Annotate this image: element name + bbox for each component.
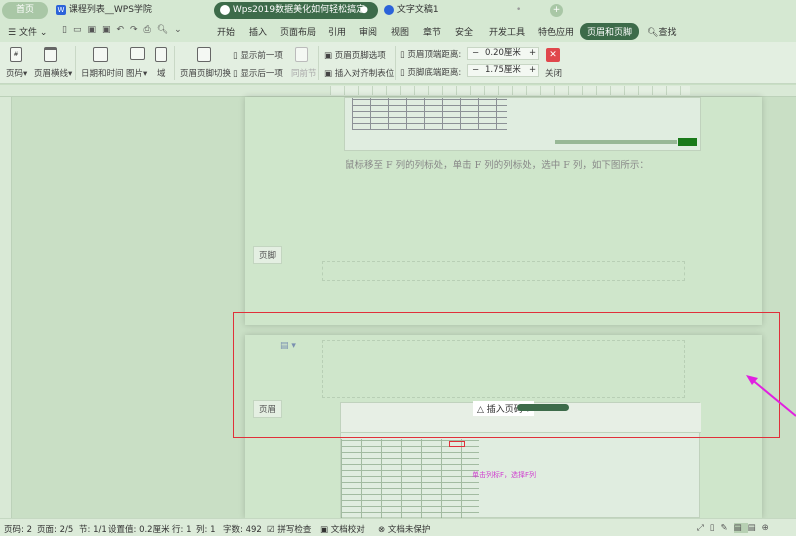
close-tab-icon[interactable]: • xyxy=(516,2,521,19)
setting-status: 设置值: 0.2厘米 xyxy=(108,525,170,535)
page-1: 鼠标移至 F 列的列标处，单击 F 列的列标处，选中 F 列，如下图所示： 页脚 xyxy=(245,97,762,325)
show-previous-button[interactable]: ▯ 显示前一项 xyxy=(233,49,283,61)
spreadsheet-grid xyxy=(352,98,507,130)
increment-button[interactable]: + xyxy=(529,48,536,59)
page-number-button[interactable]: 页码▾ xyxy=(6,67,27,79)
increment-button[interactable]: + xyxy=(529,65,536,76)
horizontal-ruler[interactable] xyxy=(0,85,796,97)
search-label: 查找 xyxy=(658,28,677,38)
status-bar: 页码: 2 页面: 2/5 节: 1/1 设置值: 0.2厘米 行: 1 列: … xyxy=(0,518,796,536)
scrollbar xyxy=(555,140,677,144)
body-paragraph: 鼠标移至 F 列的列标处，单击 F 列的列标处，选中 F 列，如下图所示： xyxy=(345,160,649,171)
footer-area[interactable] xyxy=(322,261,685,281)
file-menu[interactable]: ☰ 文件 ⌄ xyxy=(8,25,47,38)
document-protection-button[interactable]: ⊗ 文档未保护 xyxy=(378,523,430,535)
menu-chapter[interactable]: 章节 xyxy=(423,25,441,38)
field-icon xyxy=(155,47,167,62)
menu-layout[interactable]: 页面布局 xyxy=(280,25,316,38)
tab-label: 文字文稿1 xyxy=(396,5,439,15)
footer-label: 页脚 xyxy=(253,246,283,264)
same-as-previous-icon xyxy=(295,47,308,62)
search-button[interactable]: 🔍︎查找 xyxy=(647,25,676,38)
picture-button[interactable]: 图片▾ xyxy=(126,67,147,79)
tab-label: 课程列表__WPS学院 xyxy=(68,5,152,15)
status-indicator xyxy=(678,138,697,146)
footer-bottom-distance-label: ▯ 页脚底端距离: xyxy=(400,68,462,78)
footer-bottom-distance-value[interactable]: 1.75厘米 xyxy=(485,65,521,76)
same-as-previous-button[interactable]: 同前节 xyxy=(291,67,317,79)
tab-course-list[interactable]: W 课程列表__WPS学院 xyxy=(56,2,206,19)
embedded-grid xyxy=(341,439,479,519)
field-button[interactable]: 域 xyxy=(157,67,166,79)
quick-access-icons[interactable]: ▯▭▣▣↶↷⎙🔍︎⌄ xyxy=(62,25,188,35)
page-number-icon: # xyxy=(10,47,22,62)
show-next-button[interactable]: ▯ 显示后一项 xyxy=(233,67,283,79)
menu-review[interactable]: 审阅 xyxy=(359,25,377,38)
tab-active-doc[interactable]: Wps2019数据美化如何轻松搞定 ● xyxy=(214,2,378,19)
divider xyxy=(318,46,319,80)
column-f-highlight xyxy=(449,441,465,447)
menu-dev-tools[interactable]: 开发工具 xyxy=(489,25,525,38)
annotation-text: 单击列标F，选择F列 xyxy=(472,471,537,479)
word-count-status[interactable]: 字数: 492 xyxy=(223,523,262,535)
menu-view[interactable]: 视图 xyxy=(391,25,409,38)
divider xyxy=(395,46,396,80)
row-status: 行: 1 xyxy=(172,525,192,535)
vertical-ruler[interactable] xyxy=(0,97,12,518)
file-label: 文件 xyxy=(18,28,37,38)
menu-header-footer[interactable]: 页眉和页脚 xyxy=(580,23,640,40)
tab-doc1[interactable]: 文字文稿1 • xyxy=(384,2,534,19)
header-top-distance-stepper[interactable]: − 0.20厘米 + xyxy=(467,47,539,60)
header-line-button[interactable]: 页眉横线▾ xyxy=(34,67,72,79)
menu-bar: ☰ 文件 ⌄ ▯▭▣▣↶↷⎙🔍︎⌄ 开始 插入 页面布局 引用 审阅 视图 章节… xyxy=(0,21,796,42)
insert-tab-stop-button[interactable]: ▣ 插入对齐制表位 xyxy=(324,67,394,79)
column-status: 列: 1 xyxy=(196,525,216,535)
tab-modified-dot: ● xyxy=(360,5,368,15)
tab-home[interactable]: 首页 xyxy=(2,2,48,19)
pages-status[interactable]: 页面: 2/5 xyxy=(37,523,73,535)
menu-features[interactable]: 特色应用 xyxy=(538,25,574,38)
divider xyxy=(174,46,175,80)
header-footer-toolbar: # 页码▾ 页眉横线▾ 日期和时间 图片▾ 域 页眉页脚切换 ▯ 显示前一项 ▯… xyxy=(0,42,796,84)
spell-check-button[interactable]: ☑ 拼写检查 xyxy=(267,523,311,535)
menu-start[interactable]: 开始 xyxy=(217,25,235,38)
date-time-button[interactable]: 日期和时间 xyxy=(81,67,124,79)
header-top-distance-value[interactable]: 0.20厘米 xyxy=(485,48,521,59)
footer-bottom-distance-stepper[interactable]: − 1.75厘米 + xyxy=(467,64,539,77)
wps-writer-icon: W xyxy=(56,4,66,15)
view-mode-icons[interactable]: ⤢▯✎▤▤⊕ xyxy=(697,523,775,533)
annotation-arrow-icon xyxy=(746,375,796,417)
menu-security[interactable]: 安全 xyxy=(455,25,473,38)
header-footer-switch-button[interactable]: 页眉页脚切换 xyxy=(180,67,231,79)
new-tab-plus-icon[interactable]: + xyxy=(550,4,563,17)
page-view-icon[interactable]: ▤ xyxy=(733,523,748,533)
doc-icon xyxy=(384,4,394,15)
ruler-scale xyxy=(330,86,690,95)
highlight-rectangle xyxy=(233,312,780,438)
picture-icon xyxy=(130,47,145,60)
calendar-icon xyxy=(93,47,108,62)
divider xyxy=(75,46,76,80)
page-number-status: 页码: 2 xyxy=(4,525,32,535)
menu-references[interactable]: 引用 xyxy=(328,25,346,38)
doc-icon xyxy=(220,4,230,15)
tab-label: Wps2019数据美化如何轻松搞定 xyxy=(232,5,366,15)
switch-icon xyxy=(197,47,211,62)
close-icon[interactable]: ✕ xyxy=(546,48,560,62)
header-footer-options-button[interactable]: ▣ 页眉页脚选项 xyxy=(324,49,386,61)
menu-insert[interactable]: 插入 xyxy=(249,25,267,38)
close-button[interactable]: 关闭 xyxy=(545,67,562,79)
embedded-spreadsheet-screenshot xyxy=(344,97,701,151)
header-line-icon xyxy=(44,47,57,62)
proofread-button[interactable]: ▣ 文档校对 xyxy=(320,523,365,535)
section-status: 节: 1/1 xyxy=(79,525,107,535)
header-top-distance-label: ▯ 页眉顶端距离: xyxy=(400,50,462,60)
tab-bar: 首页 W 课程列表__WPS学院 Wps2019数据美化如何轻松搞定 ● 文字文… xyxy=(0,0,796,21)
decrement-button[interactable]: − xyxy=(472,65,479,76)
decrement-button[interactable]: − xyxy=(472,48,479,59)
